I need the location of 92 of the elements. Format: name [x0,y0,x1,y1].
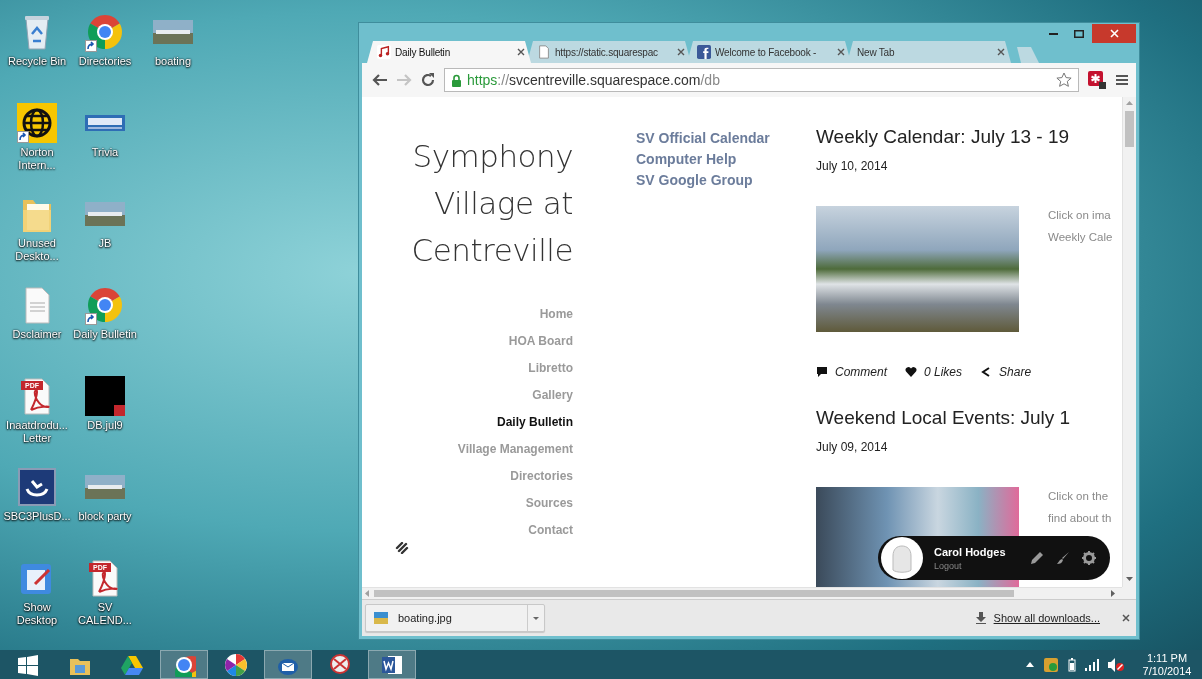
comment-link[interactable]: Comment [816,364,887,380]
address-bar[interactable]: https://svcentreville.squarespace.com/db [444,68,1079,92]
pdf-thumbnail[interactable] [85,376,125,416]
icon-label: DB.jul9 [86,419,124,432]
heart-icon [905,366,917,378]
post-title[interactable]: Weekly Calendar: July 13 - 19 [816,123,1122,151]
icon-label: Daily Bulletin [72,328,138,341]
icon-label: SV CALEND... [77,601,133,627]
dropdown-caret-icon[interactable] [533,616,539,620]
app-icon[interactable] [17,467,57,507]
icon-label: Norton Intern... [17,146,57,172]
close-icon[interactable] [517,48,525,56]
maximize-icon [1074,29,1084,38]
scroll-thumb[interactable] [374,590,1014,597]
scroll-thumb[interactable] [1125,111,1134,147]
icon-label: SBC3PlusD... [3,510,71,523]
avatar-icon[interactable] [880,536,924,580]
speech-bubble-icon [816,366,828,378]
close-icon[interactable] [677,48,685,56]
nav-link[interactable]: Daily Bulletin [497,409,573,436]
taskbar-button[interactable] [160,650,208,679]
page-icon [537,45,551,59]
gear-icon[interactable] [1082,551,1096,565]
facebook-icon [697,45,711,59]
icon-label: Directories [77,55,133,68]
volume-muted-icon[interactable] [1108,657,1124,672]
vertical-scrollbar[interactable] [1122,97,1136,587]
star-icon[interactable] [1056,72,1072,88]
download-item[interactable]: boating.jpg [365,604,545,632]
tray-expand-icon[interactable] [1026,662,1034,667]
icon-label: Show Desktop [15,601,59,627]
excerpt-text: Weekly Cale [1048,230,1114,245]
globe-icon[interactable] [17,103,57,143]
reload-icon[interactable] [420,72,436,88]
browser-tab[interactable]: Welcome to Facebook - [687,41,851,63]
excerpt-text: find about th [1048,511,1113,526]
icon-label: boating [153,55,193,68]
pinwheel-icon [224,652,248,677]
scroll-down-icon[interactable] [1126,577,1133,581]
close-icon[interactable] [997,48,1005,56]
browser-tab[interactable]: New Tab [847,41,1011,63]
clock-date: 7/10/2014 [1142,664,1192,678]
extension-icon[interactable] [1087,70,1107,90]
close-icon [1109,29,1119,38]
signal-icon[interactable] [1085,658,1099,671]
menu-icon[interactable] [1115,74,1129,86]
show-all-downloads-link[interactable]: Show all downloads... [993,612,1100,624]
icon-label: Inaatdrodu... Letter [5,419,69,445]
sidebar-link[interactable]: Computer Help [636,149,737,170]
taskbar-button[interactable] [264,650,312,679]
browser-tab[interactable]: Daily Bulletin [367,41,531,63]
download-arrow-icon [975,612,986,624]
music-note-icon [377,45,391,59]
icon-label: Unused Deskto... [14,237,60,263]
horizontal-scrollbar[interactable] [362,587,1122,599]
clock-time: 1:11 PM [1146,651,1188,665]
windows-logo-icon [16,652,40,677]
scissors-icon [328,652,352,677]
excerpt-text: Click on ima [1048,208,1112,223]
browser-tab[interactable]: https://static.squarespac [527,41,691,63]
post-title[interactable]: Weekend Local Events: July 1 [816,404,1122,432]
url-text: https://svcentreville.squarespace.com/db [467,72,721,88]
minimize-icon [1048,32,1058,35]
scroll-right-icon[interactable] [1111,590,1115,597]
sidebar-link[interactable]: SV Google Group [636,170,753,191]
site-title: Symphony Village at Centreville [411,137,573,270]
security-icon[interactable] [1043,656,1059,673]
icon-label: Dsclaimer [11,328,63,341]
post-date: July 10, 2014 [816,158,888,174]
browser-icon[interactable] [85,285,125,325]
close-icon[interactable] [837,48,845,56]
browser-icon[interactable] [85,12,125,52]
icon-label: block party [77,510,133,523]
back-arrow-icon[interactable] [372,72,388,88]
user-name: Carol Hodges [934,545,1007,558]
pencil-icon[interactable] [1030,551,1044,565]
icon-label: Recycle Bin [6,55,68,68]
brush-icon[interactable] [1056,551,1070,565]
icon-label: JB [97,237,113,250]
logo-icon[interactable] [395,542,409,554]
image-file-icon [374,612,388,624]
lock-icon [451,73,462,87]
like-link[interactable]: 0 Likes [905,364,963,380]
logout-link[interactable]: Logout [934,560,1020,571]
close-icon[interactable] [1122,614,1130,622]
post-date: July 09, 2014 [816,439,888,455]
icon-label: Trivia [90,146,120,159]
sidebar-link[interactable]: SV Official Calendar [636,128,770,149]
taskbar-button[interactable] [368,650,416,679]
share-link[interactable]: Share [980,364,1032,380]
excerpt-text: Click on the [1048,489,1110,504]
battery-icon[interactable] [1068,657,1076,672]
